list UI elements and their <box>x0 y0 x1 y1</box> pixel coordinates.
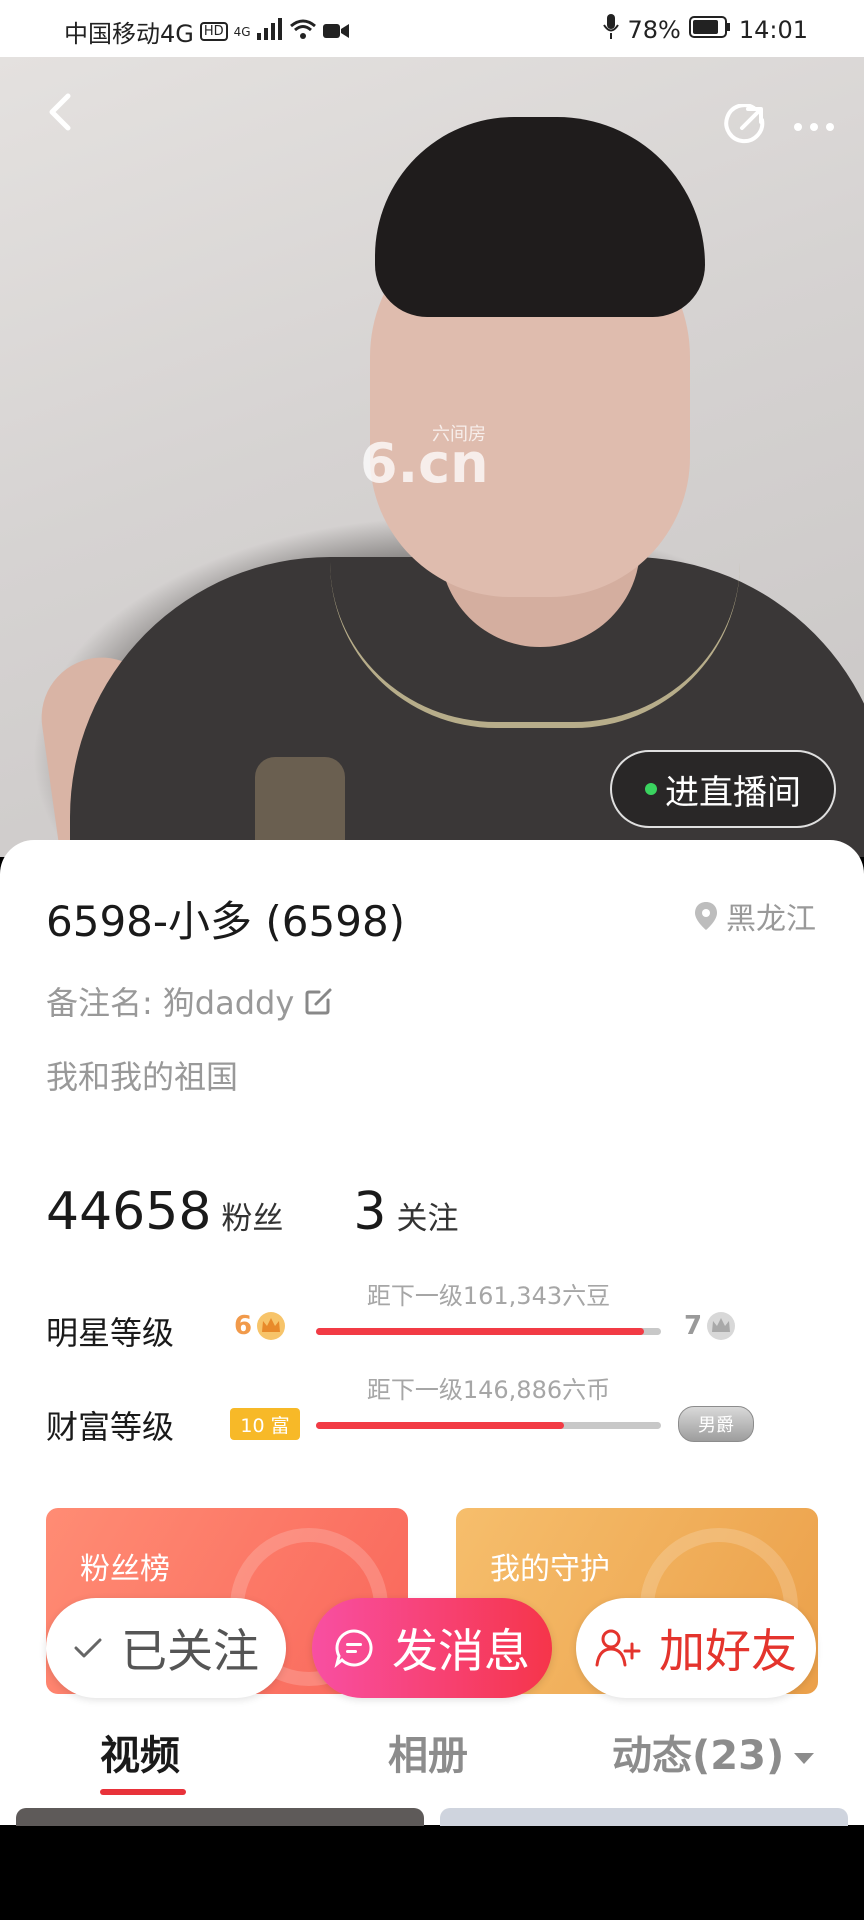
carrier-label: 中国移动4G <box>64 20 194 48</box>
send-message-button[interactable]: 发消息 <box>312 1598 552 1698</box>
following-label[interactable]: 关注 <box>397 1193 459 1238</box>
star-level-progress-fill <box>316 1328 644 1335</box>
message-icon <box>334 1629 373 1668</box>
video-thumbnail[interactable] <box>440 1808 848 1826</box>
star-level-progress-bar <box>316 1328 661 1335</box>
stats-row: 44658 粉丝 3 关注 <box>46 1182 459 1242</box>
star-level-next: 7 <box>684 1310 738 1342</box>
video-camera-icon <box>322 18 349 46</box>
profile-cover-photo: 6.cn 六间房 <box>0 57 864 857</box>
check-icon <box>74 1638 102 1658</box>
profile-name: 6598-小多 (6598) <box>46 897 406 946</box>
location-label: 黑龙江 <box>726 902 816 937</box>
live-indicator-dot <box>645 783 657 795</box>
hd-badge: HD <box>199 22 228 41</box>
back-arrow-icon <box>49 93 71 131</box>
tab-videos[interactable]: 视频 <box>100 1723 180 1781</box>
wealth-level-hint: 距下一级146,886六币 <box>366 1376 611 1404</box>
share-icon <box>724 103 765 144</box>
chevron-down-icon <box>794 1752 815 1764</box>
edit-icon[interactable] <box>304 986 334 1016</box>
site-watermark: 6.cn 六间房 <box>360 424 489 495</box>
wifi-icon <box>289 18 317 46</box>
enter-live-room-label: 进直播间 <box>665 772 801 813</box>
wealth-level-progress-bar <box>316 1422 661 1429</box>
wealth-next-rank-badge: 男爵 <box>678 1406 754 1442</box>
remark-name-row[interactable]: 备注名: 狗daddy <box>46 978 334 1024</box>
fans-ranking-title: 粉丝榜 <box>80 1552 170 1587</box>
back-button[interactable] <box>42 92 82 132</box>
tab-moments-label: 动态(23) <box>612 1733 785 1779</box>
crown-icon-grey <box>707 1312 736 1340</box>
system-navigation-bar <box>0 1826 864 1920</box>
fans-label[interactable]: 粉丝 <box>221 1193 283 1238</box>
star-level-hint: 距下一级161,343六豆 <box>366 1282 611 1310</box>
add-friend-icon <box>595 1629 641 1667</box>
enter-live-room-button[interactable]: 进直播间 <box>610 750 836 828</box>
following-count[interactable]: 3 <box>353 1182 386 1242</box>
microphone-icon <box>603 14 620 46</box>
star-level-next-number: 7 <box>684 1311 703 1341</box>
wealth-level-title: 财富等级 <box>46 1408 175 1446</box>
video-thumbnail[interactable] <box>16 1808 424 1826</box>
crown-icon <box>257 1312 286 1340</box>
status-left: 中国移动4G HD 4G <box>64 14 349 49</box>
remark-value: 狗daddy <box>162 984 295 1022</box>
battery-percent: 78% <box>627 16 681 44</box>
followed-button[interactable]: 已关注 <box>46 1598 286 1698</box>
battery-icon <box>688 16 731 44</box>
star-level-current-number: 6 <box>234 1311 253 1341</box>
location-pin-icon <box>695 902 717 930</box>
star-level-title: 明星等级 <box>46 1314 175 1352</box>
tab-album[interactable]: 相册 <box>388 1723 468 1781</box>
more-button[interactable] <box>792 112 836 142</box>
photo-hair-shape <box>375 117 705 317</box>
add-friend-button[interactable]: 加好友 <box>576 1598 816 1698</box>
location: 黑龙江 <box>694 894 816 938</box>
watermark-site-name: 六间房 <box>432 424 486 445</box>
status-bar: 中国移动4G HD 4G 78% 14:01 <box>0 0 864 57</box>
more-dots-icon <box>794 123 834 131</box>
clock: 14:01 <box>738 16 808 44</box>
content-tabs: 视频 相册 动态(23) <box>0 1715 864 1795</box>
add-friend-label: 加好友 <box>659 1624 797 1678</box>
wealth-level-row: 财富等级 10 富 距下一级146,886六币 男爵 <box>46 1376 826 1452</box>
status-right: 78% 14:01 <box>603 14 808 46</box>
wealth-level-progress-fill <box>316 1422 565 1429</box>
network-label: 4G <box>233 24 251 39</box>
followed-label: 已关注 <box>121 1624 259 1678</box>
signature: 我和我的祖国 <box>46 1058 239 1096</box>
star-level-current: 6 <box>234 1310 288 1342</box>
signal-icon <box>256 17 283 46</box>
active-tab-indicator <box>100 1789 186 1795</box>
send-message-label: 发消息 <box>392 1624 530 1678</box>
star-level-row: 明星等级 6 距下一级161,343六豆 7 <box>46 1282 826 1358</box>
fans-count[interactable]: 44658 <box>46 1182 211 1242</box>
my-guard-title: 我的守护 <box>490 1552 610 1587</box>
wealth-level-badge: 10 富 <box>230 1408 300 1440</box>
share-button[interactable] <box>724 103 766 146</box>
remark-label: 备注名: <box>46 984 153 1022</box>
tab-moments[interactable]: 动态(23) <box>612 1723 815 1781</box>
